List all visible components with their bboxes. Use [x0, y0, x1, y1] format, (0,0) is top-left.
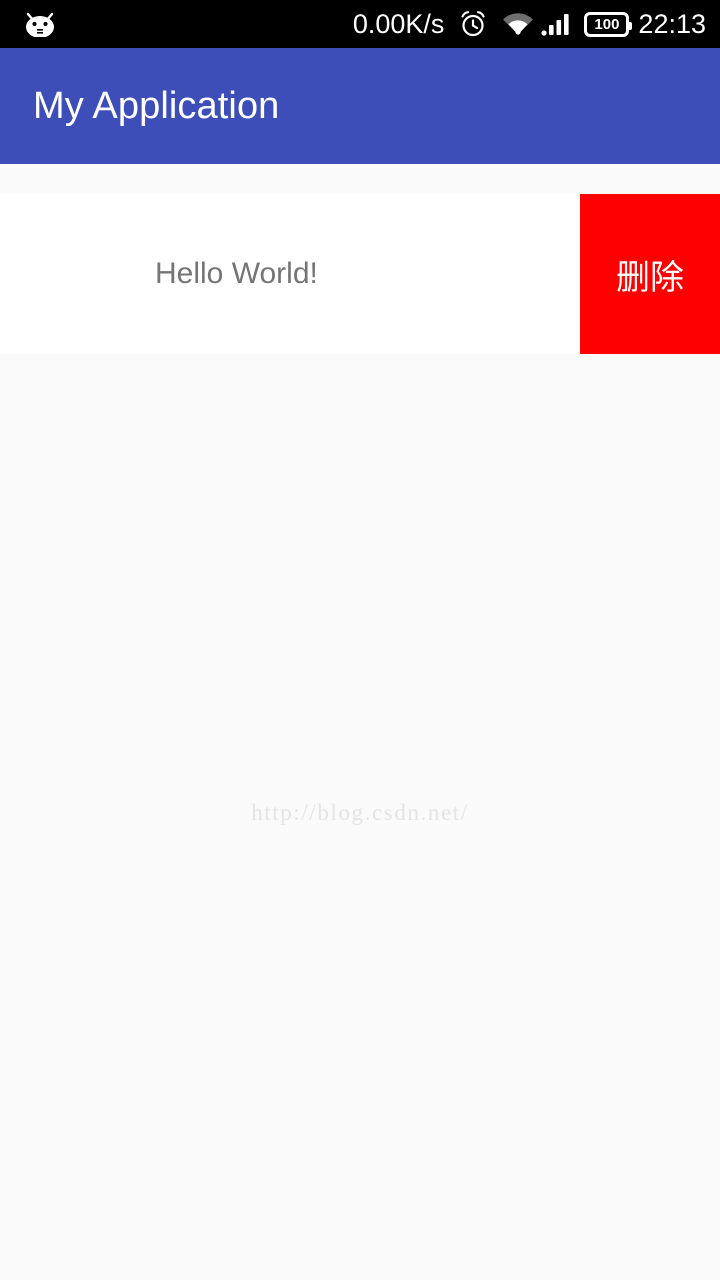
list-item-label: Hello World!: [155, 257, 318, 290]
status-bar-left: [18, 11, 60, 38]
app-bar: My Application: [0, 48, 720, 164]
swipe-list: Hello World! 删除: [0, 194, 720, 354]
list-item-content[interactable]: Hello World!: [0, 194, 580, 354]
delete-button[interactable]: 删除: [580, 194, 720, 354]
alarm-clock-icon: [458, 9, 488, 39]
status-bar[interactable]: 0.00K/s 100 22:13: [0, 0, 720, 48]
battery-level-text: 100: [594, 15, 620, 33]
wifi-icon: [501, 11, 535, 37]
delete-button-label: 删除: [616, 258, 684, 297]
droid-head-icon: [20, 11, 60, 38]
status-bar-right: 0.00K/s 100 22:13: [353, 9, 706, 39]
list-item[interactable]: Hello World! 删除: [0, 194, 720, 354]
watermark-text: http://blog.csdn.net/: [251, 800, 469, 825]
signal-bars-icon: [541, 12, 573, 36]
battery-icon: 100: [584, 11, 633, 37]
status-bar-clock: 22:13: [638, 8, 706, 39]
page-title: My Application: [33, 84, 280, 127]
network-speed-text: 0.00K/s: [352, 8, 445, 39]
android-screen: 0.00K/s 100 22:13 My Application Hello W…: [0, 0, 720, 1280]
content-area: Hello World! 删除 http://blog.csdn.net/: [0, 164, 720, 1280]
